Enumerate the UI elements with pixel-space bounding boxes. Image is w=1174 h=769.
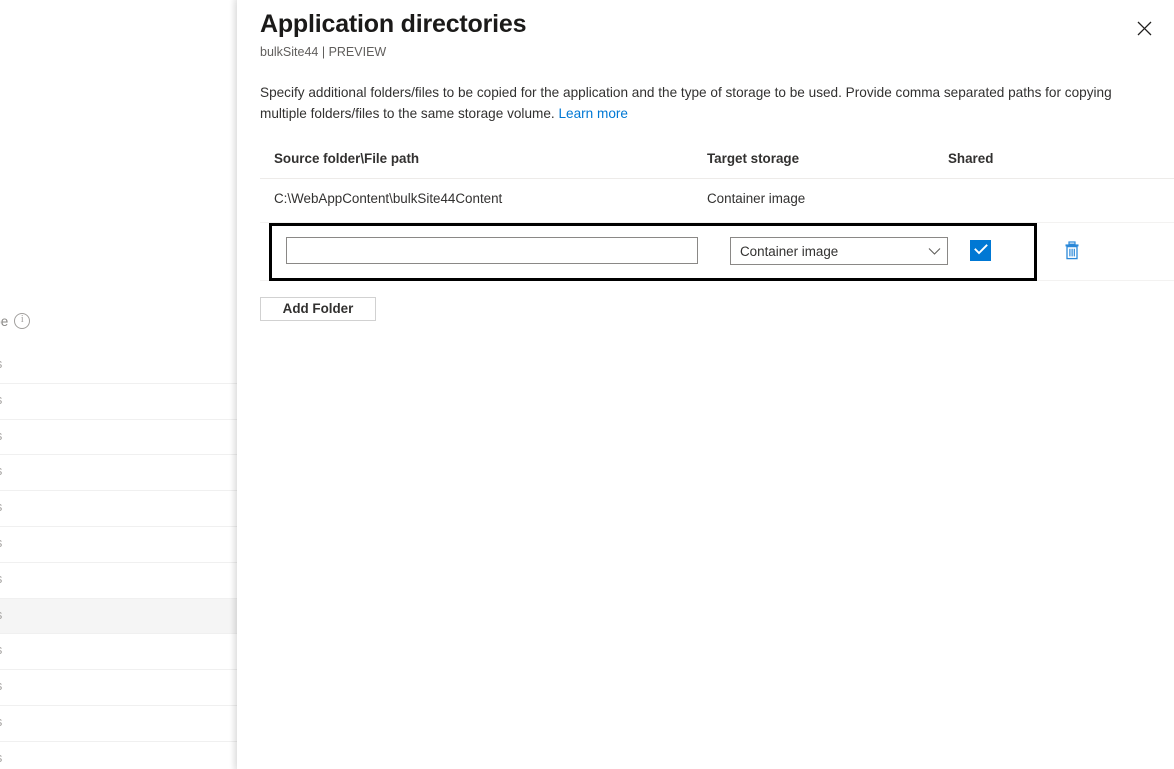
cell-fragment: s xyxy=(0,572,2,586)
table-row: s xyxy=(0,419,237,456)
cell-fragment: s xyxy=(0,357,2,371)
row-divider xyxy=(260,280,1174,281)
screen-root: on type s s s s s s s s s s s s Applicat… xyxy=(0,0,1174,769)
shared-checkbox[interactable] xyxy=(970,240,991,261)
table-row: s xyxy=(0,491,237,527)
table-header-row: Source folder\File path Target storage S… xyxy=(260,148,1174,179)
table-row: s xyxy=(0,741,237,769)
table-row: C:\WebAppContent\bulkSite44Content Conta… xyxy=(260,179,1174,223)
cell-fragment: s xyxy=(0,393,2,407)
learn-more-link[interactable]: Learn more xyxy=(558,106,628,121)
application-directories-blade: Application directories bulkSite44 | PRE… xyxy=(237,0,1174,769)
page-title: Application directories xyxy=(260,10,527,38)
column-header-shared: Shared xyxy=(948,151,994,166)
close-button[interactable] xyxy=(1128,12,1160,44)
background-column-header: on type xyxy=(0,312,31,329)
chevron-down-icon xyxy=(921,247,947,256)
blade-subtitle: bulkSite44 | PREVIEW xyxy=(260,45,387,59)
panel-edge-shadow xyxy=(230,0,237,769)
table-row: s xyxy=(0,598,237,635)
table-row: s xyxy=(0,562,237,599)
target-storage-selected-value: Container image xyxy=(740,243,839,259)
table-row: s xyxy=(0,634,237,671)
background-table-rows: s s s s s s s s s s s s xyxy=(0,348,237,769)
cell-fragment: s xyxy=(0,679,2,693)
cell-fragment: s xyxy=(0,643,2,657)
table-row: s xyxy=(0,670,237,706)
cell-fragment: s xyxy=(0,715,2,729)
source-path-input[interactable] xyxy=(286,237,698,264)
info-icon xyxy=(14,312,31,329)
check-icon xyxy=(973,242,988,260)
add-folder-button[interactable]: Add Folder xyxy=(260,297,376,321)
background-column-header-label: on type xyxy=(0,313,9,329)
cell-target-storage: Container image xyxy=(707,191,806,206)
column-header-source: Source folder\File path xyxy=(274,151,420,166)
close-icon xyxy=(1137,21,1152,36)
table-row: s xyxy=(0,455,237,492)
table-row-editable: Container image xyxy=(260,223,1174,281)
table-row: s xyxy=(0,705,237,742)
cell-fragment: s xyxy=(0,464,2,478)
description-text: Specify additional folders/files to be c… xyxy=(260,85,1112,121)
target-storage-dropdown[interactable]: Container image xyxy=(730,237,948,265)
cell-source-path: C:\WebAppContent\bulkSite44Content xyxy=(274,191,503,206)
cell-fragment: s xyxy=(0,500,2,514)
cell-fragment: s xyxy=(0,536,2,550)
column-header-target-storage: Target storage xyxy=(707,151,800,166)
blade-description: Specify additional folders/files to be c… xyxy=(260,82,1115,124)
background-page: on type s s s s s s s s s s s s xyxy=(0,0,237,769)
table-row: s xyxy=(0,383,237,420)
cell-fragment: s xyxy=(0,429,2,443)
cell-fragment: s xyxy=(0,751,2,765)
table-row: s xyxy=(0,348,237,384)
directories-table: Source folder\File path Target storage S… xyxy=(260,148,1174,281)
trash-icon xyxy=(1063,241,1081,263)
table-row: s xyxy=(0,526,237,563)
delete-row-button[interactable] xyxy=(1057,237,1087,267)
cell-fragment: s xyxy=(0,608,2,622)
